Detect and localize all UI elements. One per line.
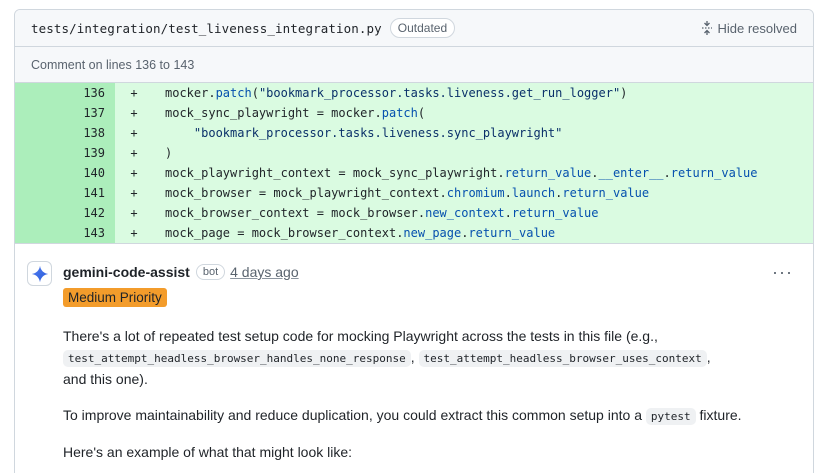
inline-code: test_attempt_headless_browser_handles_no… xyxy=(63,350,411,367)
code-token: mock_browser = mock_playwright_context. xyxy=(165,186,447,200)
paragraph-text: There's a lot of repeated test setup cod… xyxy=(63,328,658,344)
diff-line: 137 + mock_sync_playwright = mocker.patch( xyxy=(15,103,813,123)
code-token: . xyxy=(504,206,512,220)
comment-paragraph-2: To improve maintainability and reduce du… xyxy=(63,405,797,427)
outdated-badge: Outdated xyxy=(389,18,456,38)
code-token: mock_sync_playwright = mocker. xyxy=(165,106,382,120)
code-token: ( xyxy=(417,106,426,120)
paragraph-text: and this one). xyxy=(63,371,148,387)
comment-body: There's a lot of repeated test setup cod… xyxy=(63,326,797,463)
code-line: "bookmark_processor.tasks.liveness.sync_… xyxy=(145,123,562,143)
file-path[interactable]: tests/integration/test_liveness_integrat… xyxy=(31,21,382,36)
code-token: return_value xyxy=(562,186,650,200)
code-line: mock_page = mock_browser_context.new_pag… xyxy=(145,223,555,243)
code-token: return_value xyxy=(504,166,592,180)
diff-line: 143 + mock_page = mock_browser_context.new… xyxy=(15,223,813,243)
code-token: "bookmark_processor.tasks.liveness.get_r… xyxy=(258,86,621,100)
code-token: . xyxy=(591,166,599,180)
inline-code: test_attempt_headless_browser_uses_conte… xyxy=(418,350,707,367)
code-line: mock_playwright_context = mock_sync_play… xyxy=(145,163,757,183)
line-number[interactable]: 141 xyxy=(15,183,115,203)
line-number[interactable]: 142 xyxy=(15,203,115,223)
diff-sign: + xyxy=(130,106,138,120)
diff-sign: + xyxy=(130,206,138,220)
code-token: patch xyxy=(381,106,418,120)
code-token: "bookmark_processor.tasks.liveness.sync_… xyxy=(193,126,563,140)
diff-sign: + xyxy=(130,226,138,240)
hide-resolved-button[interactable]: Hide resolved xyxy=(701,20,798,36)
code-line: mocker.patch("bookmark_processor.tasks.l… xyxy=(145,83,627,103)
comment-header: gemini-code-assist bot 4 days ago ··· xyxy=(63,262,797,282)
hide-resolved-label: Hide resolved xyxy=(717,20,798,36)
separator: , xyxy=(706,349,711,365)
paragraph-text: To improve maintainability and reduce du… xyxy=(63,407,642,423)
diff-sign: + xyxy=(130,146,138,160)
inline-code: pytest xyxy=(645,408,696,425)
line-number[interactable]: 139 xyxy=(15,143,115,163)
code-token: __enter__ xyxy=(598,166,664,180)
bot-badge: bot xyxy=(195,264,226,280)
fold-icon xyxy=(701,21,712,35)
diff-sign: + xyxy=(130,186,138,200)
priority-label: Medium Priority xyxy=(63,288,167,307)
code-token: mock_browser_context = mock_browser. xyxy=(165,206,426,220)
diff-line: 140 + mock_playwright_context = mock_sync_… xyxy=(15,163,813,183)
code-token: ( xyxy=(251,86,259,100)
code-token: launch xyxy=(511,186,556,200)
comment-paragraph-3: Here's an example of what that might loo… xyxy=(63,444,353,460)
code-token: patch xyxy=(215,86,252,100)
comment-timestamp[interactable]: 4 days ago xyxy=(230,264,299,280)
code-token: ) xyxy=(165,146,173,160)
comment-paragraph-1: There's a lot of repeated test setup cod… xyxy=(63,326,797,390)
diff-line: 139 +) xyxy=(15,143,813,163)
diff-sign: + xyxy=(130,126,138,140)
separator: , xyxy=(410,349,415,365)
code-token: ) xyxy=(620,86,628,100)
diff-line: 141 + mock_browser = mock_playwright_conte… xyxy=(15,183,813,203)
line-number[interactable]: 137 xyxy=(15,103,115,123)
diff-sign: + xyxy=(130,166,138,180)
review-comment: gemini-code-assist bot 4 days ago ··· Me… xyxy=(15,243,813,463)
diff-line: 138 + "bookmark_processor.tasks.liveness.… xyxy=(15,123,813,143)
line-number[interactable]: 136 xyxy=(15,83,115,103)
line-number[interactable]: 143 xyxy=(15,223,115,243)
code-line: mock_browser = mock_playwright_context.c… xyxy=(145,183,649,203)
code-token: return_value xyxy=(468,226,556,240)
code-token: mock_playwright_context = mock_sync_play… xyxy=(165,166,505,180)
author-name[interactable]: gemini-code-assist xyxy=(63,264,190,280)
diff-sign: + xyxy=(130,86,138,100)
review-thread-card: tests/integration/test_liveness_integrat… xyxy=(14,9,814,473)
code-line: ) xyxy=(145,143,172,163)
paragraph-text: fixture. xyxy=(699,407,742,423)
diff-line: 136 + mocker.patch("bookmark_processor.tas… xyxy=(15,83,813,103)
code-token: mock_page = mock_browser_context. xyxy=(165,226,404,240)
code-token: mocker. xyxy=(165,86,216,100)
line-number[interactable]: 140 xyxy=(15,163,115,183)
code-token: . xyxy=(504,186,512,200)
avatar[interactable] xyxy=(27,261,52,286)
code-token: . xyxy=(663,166,671,180)
code-token: return_value xyxy=(670,166,758,180)
code-line: mock_browser_context = mock_browser.new_… xyxy=(145,203,599,223)
code-token: new_page xyxy=(403,226,462,240)
more-options-icon[interactable]: ··· xyxy=(772,263,793,281)
file-header: tests/integration/test_liveness_integrat… xyxy=(15,10,813,47)
comment-range-label: Comment on lines 136 to 143 xyxy=(15,47,813,83)
diff-line: 142 + mock_browser_context = mock_browser.… xyxy=(15,203,813,223)
code-token: new_context xyxy=(425,206,505,220)
line-number[interactable]: 138 xyxy=(15,123,115,143)
code-line: mock_sync_playwright = mocker.patch( xyxy=(145,103,425,123)
code-token: return_value xyxy=(511,206,599,220)
code-token: chromium xyxy=(446,186,505,200)
diff-hunk: 136 + mocker.patch("bookmark_processor.tas… xyxy=(15,83,813,243)
gemini-sparkle-icon xyxy=(31,265,48,282)
